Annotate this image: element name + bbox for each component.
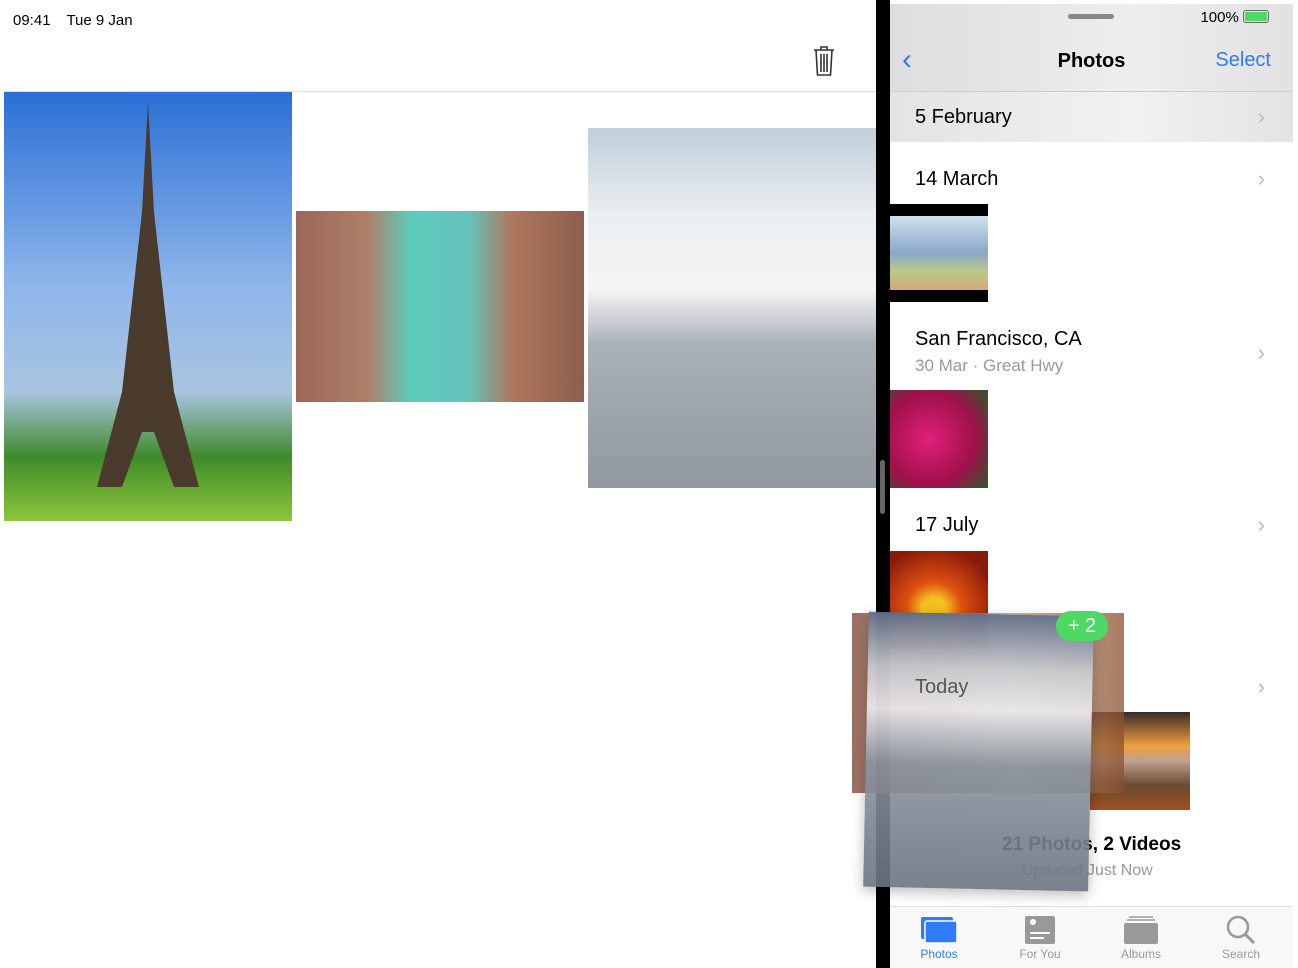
battery-icon	[1243, 10, 1269, 23]
chevron-right-icon: ›	[1257, 104, 1265, 129]
section-title: Today	[915, 676, 969, 698]
drag-count-badge: + 2	[1056, 611, 1108, 641]
section-san-francisco[interactable]: San Francisco, CA 30 Mar · Great Hwy ›	[890, 316, 1293, 491]
dragged-photo-iceberg[interactable]	[863, 611, 1094, 892]
photos-icon	[899, 913, 979, 947]
trash-icon[interactable]	[812, 45, 836, 77]
section-14-march[interactable]: 14 March ›	[890, 154, 1293, 304]
status-time: 09:41	[13, 12, 51, 29]
photo-thumbnail[interactable]	[890, 390, 988, 488]
search-icon	[1201, 913, 1281, 947]
photo-eiffel-tower[interactable]	[4, 92, 292, 521]
tab-search[interactable]: Search	[1201, 913, 1281, 961]
photo-venice-canal[interactable]	[296, 211, 584, 402]
tab-label: Photos	[920, 947, 958, 961]
for-you-icon	[1000, 913, 1080, 947]
albums-icon	[1101, 913, 1181, 947]
status-date: Tue 9 Jan	[66, 12, 133, 29]
section-title: San Francisco, CA	[915, 328, 1082, 350]
select-button[interactable]: Select	[1215, 49, 1271, 72]
photo-iceberg[interactable]	[588, 128, 876, 488]
chevron-right-icon: ›	[1257, 166, 1265, 191]
photo-thumbnail[interactable]	[890, 204, 988, 302]
chevron-right-icon: ›	[1257, 512, 1265, 537]
section-title: 5 February	[915, 106, 1012, 128]
chevron-right-icon: ›	[1257, 340, 1265, 365]
status-bar: 09:41 Tue 9 Jan	[13, 12, 145, 29]
chevron-right-icon: ›	[1257, 674, 1265, 699]
top-bar: 09:41 Tue 9 Jan	[4, 4, 876, 92]
split-view-handle[interactable]	[880, 460, 885, 514]
tab-photos[interactable]: Photos	[899, 913, 979, 961]
slide-over-grabber[interactable]	[1068, 14, 1114, 19]
tab-albums[interactable]: Albums	[1101, 913, 1181, 961]
tab-for-you[interactable]: For You	[1000, 913, 1080, 961]
battery-status: 100%	[1200, 9, 1269, 26]
battery-percent: 100%	[1200, 9, 1239, 26]
tab-label: For You	[1019, 947, 1061, 961]
tab-label: Search	[1221, 947, 1261, 961]
section-5-february[interactable]: 5 February ›	[890, 92, 1293, 142]
tab-label: Albums	[1120, 947, 1161, 961]
drop-target-app: 09:41 Tue 9 Jan	[4, 4, 876, 968]
tab-bar: Photos For You Albums Search	[890, 906, 1293, 968]
section-subtitle: 30 Mar · Great Hwy	[915, 356, 1064, 375]
navigation-bar: 100% ‹ Photos Select	[890, 4, 1293, 92]
section-title: 17 July	[915, 514, 979, 536]
section-title: 14 March	[915, 168, 999, 190]
